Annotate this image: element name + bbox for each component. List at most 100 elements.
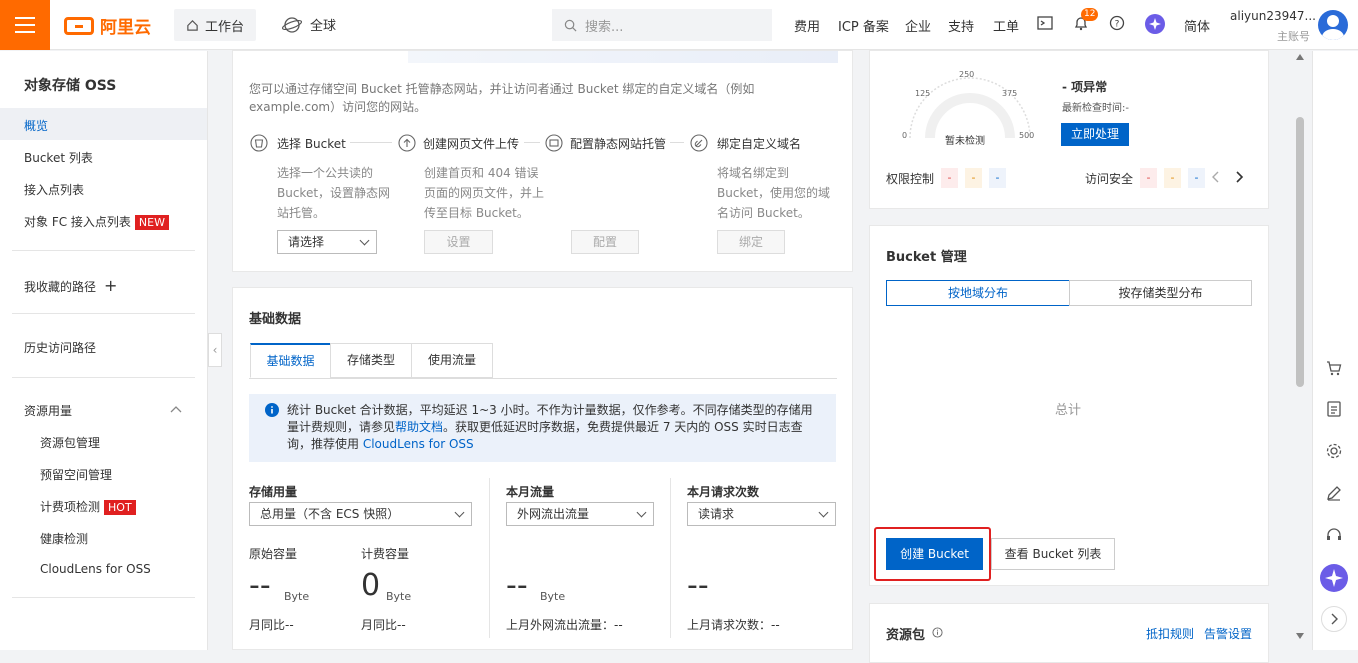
- requests-title: 本月请求次数: [687, 485, 760, 499]
- bind-button[interactable]: 绑定: [717, 230, 785, 254]
- home-icon: [187, 19, 198, 31]
- configure-button[interactable]: 配置: [571, 230, 639, 254]
- divider: [12, 597, 195, 598]
- sidebar-favorites[interactable]: 我收藏的路径 +: [24, 276, 117, 295]
- sidebar-item-fc-access-points[interactable]: 对象 FC 接入点列表 NEW: [24, 213, 169, 230]
- billing-check-label: 计费项检测: [40, 500, 101, 514]
- gear-icon[interactable]: [1325, 442, 1343, 460]
- handle-now-button[interactable]: 立即处理: [1061, 123, 1129, 146]
- brand-logo[interactable]: 阿里云: [64, 13, 151, 38]
- ai-assistant-icon[interactable]: [1145, 14, 1165, 34]
- tab-by-storage-class[interactable]: 按存储类型分布: [1069, 280, 1252, 306]
- scroll-up-icon[interactable]: [1296, 54, 1304, 60]
- tab-basic-data[interactable]: 基础数据: [250, 343, 331, 378]
- nav-ticket[interactable]: 工单: [993, 16, 1019, 35]
- scroll-down-icon[interactable]: [1296, 633, 1304, 639]
- storage-usage-title: 存储用量: [249, 485, 298, 499]
- page-scrollbar[interactable]: [1296, 117, 1304, 387]
- perm-high-value: -: [941, 168, 958, 188]
- globe-icon: [282, 16, 302, 33]
- headset-icon[interactable]: [1325, 526, 1343, 544]
- requests-last-month: 上月请求次数：--: [687, 618, 780, 632]
- sidebar-item-reserved-space[interactable]: 预留空间管理: [40, 466, 112, 483]
- sidebar-item-billing-check[interactable]: 计费项检测 HOT: [40, 498, 136, 515]
- traffic-unit: Byte: [540, 590, 566, 603]
- info-circle-icon[interactable]: [932, 627, 943, 638]
- access-high-value: -: [1140, 168, 1157, 188]
- sidebar: 对象存储 OSS 概览 Bucket 列表 接入点列表 对象 FC 接入点列表 N…: [0, 51, 208, 650]
- nav-icp[interactable]: ICP 备案: [838, 16, 889, 35]
- divider: [12, 250, 195, 251]
- document-icon[interactable]: [1325, 400, 1343, 418]
- nav-billing[interactable]: 费用: [794, 16, 820, 35]
- original-capacity-value: --: [249, 568, 271, 603]
- favorites-label: 我收藏的路径: [24, 280, 97, 294]
- menu-icon[interactable]: [0, 0, 50, 50]
- search-icon: [564, 19, 577, 31]
- storage-usage-select[interactable]: 总用量（不含 ECS 快照）: [249, 502, 472, 526]
- right-toolbar: [1312, 51, 1358, 650]
- sidebar-item-overview[interactable]: 概览: [24, 117, 48, 134]
- tab-traffic[interactable]: 使用流量: [411, 343, 493, 378]
- abnormal-count: - 项异常: [1062, 80, 1108, 94]
- setup-button[interactable]: 设置: [424, 230, 493, 254]
- step-connector: [670, 142, 684, 143]
- region-selector[interactable]: 全球: [282, 15, 336, 34]
- create-bucket-button[interactable]: 创建 Bucket: [886, 538, 983, 570]
- view-bucket-list-button[interactable]: 查看 Bucket 列表: [991, 538, 1115, 570]
- sidebar-history[interactable]: 历史访问路径: [24, 339, 96, 356]
- terminal-icon[interactable]: [1037, 15, 1053, 31]
- nav-support[interactable]: 支持: [948, 16, 974, 35]
- requests-select[interactable]: 读请求: [687, 502, 836, 526]
- search-input[interactable]: 搜索...: [552, 9, 772, 41]
- workbench-button[interactable]: 工作台: [174, 9, 256, 41]
- sidebar-item-packages[interactable]: 资源包管理: [40, 434, 100, 451]
- chevron-right-icon: [1331, 613, 1338, 625]
- upload-icon: [398, 134, 416, 152]
- permission-control-label: 权限控制: [886, 172, 935, 186]
- tab-storage-type[interactable]: 存储类型: [330, 343, 412, 378]
- chevron-up-icon[interactable]: [170, 405, 182, 413]
- cart-icon[interactable]: [1325, 359, 1343, 377]
- edit-icon[interactable]: [1325, 484, 1343, 502]
- step4-title: 绑定自定义域名: [717, 137, 802, 151]
- website-config-icon: [545, 134, 563, 152]
- username[interactable]: aliyun23947...: [1230, 9, 1316, 23]
- security-gauge: 0 125 250 375 500 暂未检测: [902, 70, 1034, 147]
- collapse-sidebar-button[interactable]: ‹: [208, 333, 222, 367]
- deduction-rule-link[interactable]: 抵扣规则: [1146, 625, 1194, 642]
- fc-access-label: 对象 FC 接入点列表: [24, 215, 131, 229]
- access-security-label: 访问安全: [1085, 172, 1134, 186]
- chevron-right-icon[interactable]: [1234, 171, 1244, 183]
- gauge-tick-375: 375: [1002, 89, 1017, 98]
- plus-icon[interactable]: +: [104, 276, 117, 295]
- bucket-mgmt-title: Bucket 管理: [886, 250, 967, 265]
- total-label: 总计: [1055, 403, 1082, 418]
- basic-data-title: 基础数据: [249, 312, 302, 327]
- avatar[interactable]: [1318, 10, 1348, 40]
- sidebar-resource-usage[interactable]: 资源用量: [24, 402, 72, 419]
- traffic-last-month: 上月外网流出流量：--: [506, 618, 623, 632]
- alert-settings-link[interactable]: 告警设置: [1204, 625, 1252, 642]
- divider: [489, 478, 490, 638]
- chevron-left-icon[interactable]: [1211, 171, 1221, 183]
- cloudlens-link[interactable]: CloudLens for OSS: [363, 437, 474, 451]
- select-bucket-dropdown[interactable]: 请选择: [277, 230, 377, 254]
- step-connector: [350, 142, 392, 143]
- hot-tag: HOT: [104, 500, 136, 515]
- language-switch[interactable]: 简体: [1184, 16, 1210, 35]
- ai-assistant-icon[interactable]: [1320, 564, 1348, 592]
- help-doc-link[interactable]: 帮助文档: [395, 420, 443, 434]
- step2-desc: 创建首页和 404 错误页面的网页文件，并上传至目标 Bucket。: [424, 166, 545, 220]
- tab-by-region[interactable]: 按地域分布: [886, 280, 1070, 306]
- sidebar-item-health-check[interactable]: 健康检测: [40, 530, 88, 547]
- nav-enterprise[interactable]: 企业: [905, 16, 931, 35]
- info-notice-text: 统计 Bucket 合计数据，平均延迟 1~3 小时。不作为计量数据，仅作参考。…: [287, 402, 822, 453]
- sidebar-item-cloudlens[interactable]: CloudLens for OSS: [40, 562, 151, 576]
- billing-capacity-label: 计费容量: [361, 547, 410, 561]
- traffic-title: 本月流量: [506, 485, 555, 499]
- help-icon[interactable]: ?: [1109, 15, 1125, 31]
- sidebar-item-access-points[interactable]: 接入点列表: [24, 181, 84, 198]
- sidebar-item-bucket-list[interactable]: Bucket 列表: [24, 149, 93, 166]
- traffic-select[interactable]: 外网流出流量: [506, 502, 654, 526]
